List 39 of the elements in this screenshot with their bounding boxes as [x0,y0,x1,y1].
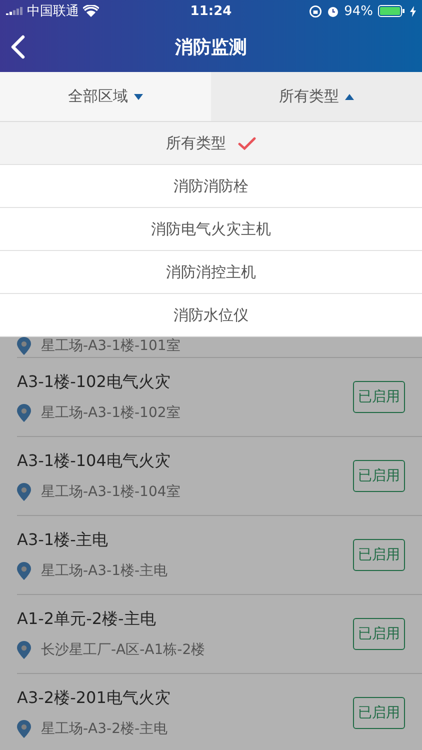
battery-icon [378,5,405,17]
carrier-name: 中国联通 [27,3,79,20]
checkmark-icon [238,136,256,150]
status-tag: 已启用 [353,460,405,492]
device-name: A3-1楼-104电气火灾 [17,451,172,471]
device-name: A1-2单元-2楼-主电 [17,609,157,629]
device-name: A3-1楼-102电气火灾 [17,372,172,392]
location-pin-icon [17,720,31,738]
wifi-icon [83,5,99,17]
device-location: 星工场-A3-1楼-101室 [41,337,180,355]
location-pin-icon [17,562,31,580]
back-icon[interactable] [10,35,26,59]
alarm-clock-icon [327,4,340,18]
rotation-lock-icon [309,4,322,18]
status-tag: 已启用 [353,381,405,413]
device-location: 长沙星工厂-A区-A1栋-2楼 [41,641,206,659]
device-location: 星工场-A3-1楼-102室 [41,404,180,422]
filter-dropdown[interactable]: 全部区域 [0,72,211,121]
caret-icon [345,94,354,100]
signal-icon [6,6,23,16]
device-location: 星工场-A3-2楼-主电 [41,720,168,738]
battery-percentage: 94% [344,4,373,18]
device-location: 星工场-A3-1楼-主电 [41,562,168,580]
device-name: A3-2楼-201电气火灾 [17,688,172,708]
location-pin-icon [17,641,31,659]
status-time: 11:24 [190,4,232,18]
status-tag: 已启用 [353,697,405,729]
caret-icon [134,94,143,100]
filter-dropdown[interactable]: 所有类型 [211,72,422,121]
location-pin-icon [17,483,31,501]
status-tag: 已启用 [353,539,405,571]
page-title: 消防监测 [175,36,247,59]
location-pin-icon [17,404,31,422]
status-tag: 已启用 [353,618,405,650]
charging-icon [410,6,416,16]
device-name: A3-1楼-主电 [17,530,109,550]
menu-option[interactable]: 所有类型 [0,122,422,165]
device-location: 星工场-A3-1楼-104室 [41,483,180,501]
location-pin-icon [17,337,31,355]
